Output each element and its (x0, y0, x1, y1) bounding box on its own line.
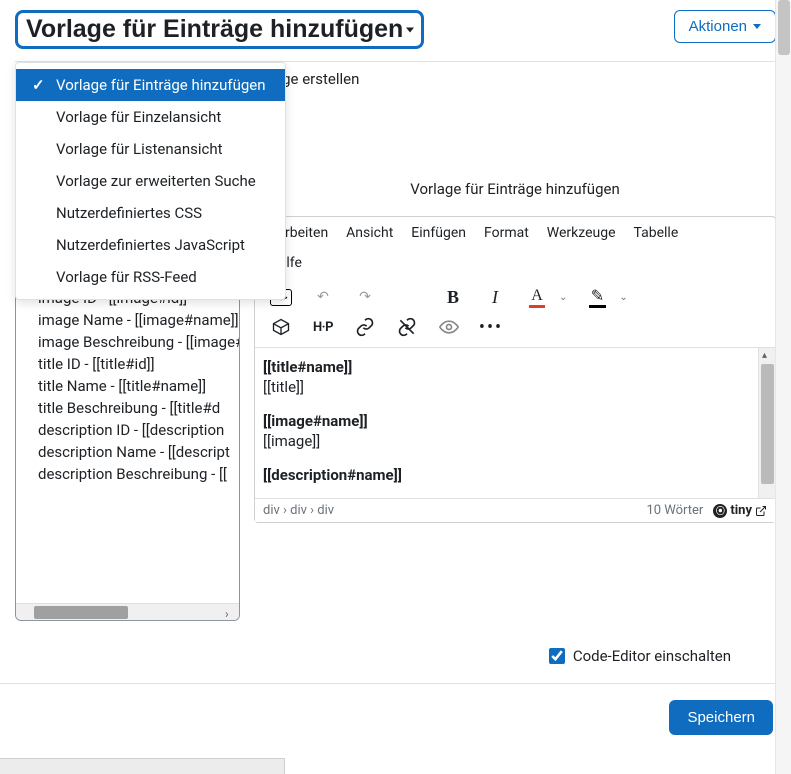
actions-button[interactable]: Aktionen (674, 10, 776, 43)
menu-insert[interactable]: Einfügen (411, 223, 466, 243)
actions-label: Aktionen (689, 18, 747, 35)
content-line: [[title#name]] (263, 358, 750, 376)
editor-content-area[interactable]: [[title#name]] [[title]] [[image#name]] … (255, 348, 758, 498)
field-item[interactable]: title Name - [[title#name]] (30, 375, 231, 397)
tiny-dot-icon: ⦿ (713, 504, 727, 518)
save-button[interactable]: Speichern (669, 700, 773, 735)
text-color-icon[interactable]: A (525, 285, 549, 309)
page-scrollbar-thumb[interactable] (778, 0, 790, 55)
field-item[interactable]: image Name - [[image#name]] (30, 309, 231, 331)
external-link-icon (755, 505, 767, 517)
menu-format[interactable]: Format (484, 223, 529, 243)
unlink-icon[interactable] (395, 315, 419, 339)
highlight-icon[interactable]: ✎ (585, 285, 609, 309)
preview-icon[interactable] (437, 315, 461, 339)
dropdown-item-rss-feed[interactable]: Vorlage für RSS-Feed (16, 261, 285, 293)
editor-word-count: 10 Wörter (646, 503, 703, 518)
editor-title: Vorlage für Einträge hinzufügen (254, 126, 776, 216)
editor-vscrollbar[interactable]: ▴ (758, 348, 775, 498)
content-line: [[title]] (263, 378, 750, 396)
fields-panel-hscrollbar[interactable]: › (16, 603, 239, 620)
more-icon[interactable]: ••• (479, 315, 503, 339)
field-item[interactable]: title ID - [[title#id]] (30, 353, 231, 375)
redo-icon[interactable]: ↷ (353, 285, 377, 309)
tiny-logo[interactable]: ⦿ tiny (713, 503, 767, 518)
field-item[interactable]: description Beschreibung - [[ (30, 463, 231, 485)
rich-text-editor: rbeiten Ansicht Einfügen Format Werkzeug… (254, 216, 776, 523)
dropdown-item-add-entries[interactable]: Vorlage für Einträge hinzufügen (16, 69, 285, 101)
dropdown-item-single-view[interactable]: Vorlage für Einzelansicht (16, 101, 285, 133)
page-scrollbar[interactable] (775, 0, 791, 774)
field-item[interactable]: description ID - [[description (30, 419, 231, 441)
hscroll-arrow-right-icon[interactable]: › (225, 607, 237, 618)
menu-tools[interactable]: Werkzeuge (547, 223, 616, 243)
chevron-down-icon[interactable]: ⌄ (619, 292, 627, 303)
link-icon[interactable] (353, 315, 377, 339)
dropdown-item-custom-css[interactable]: Nutzerdefiniertes CSS (16, 197, 285, 229)
menu-table[interactable]: Tabelle (634, 223, 679, 243)
template-select-label: Vorlage für Einträge hinzufügen (26, 15, 403, 43)
field-item[interactable]: description Name - [[descript (30, 441, 231, 463)
italic-icon[interactable]: I (483, 285, 507, 309)
dropdown-item-list-view[interactable]: Vorlage für Listenansicht (16, 133, 285, 165)
dropdown-item-custom-js[interactable]: Nutzerdefiniertes JavaScript (16, 229, 285, 261)
chevron-down-icon[interactable]: ⌄ (559, 292, 567, 303)
browser-status-bar (0, 758, 285, 774)
content-line: [[image]] (263, 432, 750, 450)
editor-vscroll-thumb[interactable] (761, 364, 774, 484)
menu-edit-partial[interactable]: rbeiten (285, 223, 328, 243)
undo-icon[interactable]: ↶ (311, 285, 335, 309)
hscroll-thumb[interactable] (34, 606, 128, 619)
code-editor-label[interactable]: Code-Editor einschalten (573, 647, 731, 665)
field-item[interactable]: title Beschreibung - [[title#d (30, 397, 231, 419)
scroll-up-icon[interactable]: ▴ (762, 350, 767, 361)
dropdown-item-advanced-search[interactable]: Vorlage zur erweiterten Suche (16, 165, 285, 197)
template-dropdown-menu: Vorlage für Einträge hinzufügen Vorlage … (15, 62, 286, 300)
h5p-icon[interactable]: H·P (311, 315, 335, 339)
editor-element-path[interactable]: div › div › div (263, 503, 334, 518)
field-item[interactable]: image Beschreibung - [[image#d (30, 331, 231, 353)
template-select-button[interactable]: Vorlage für Einträge hinzufügen (15, 10, 424, 49)
content-line: [[description#name]] (263, 466, 750, 484)
menu-view[interactable]: Ansicht (346, 223, 393, 243)
package-icon[interactable] (269, 315, 293, 339)
code-editor-checkbox[interactable] (549, 648, 565, 664)
bold-icon[interactable]: B (441, 285, 465, 309)
content-line: [[image#name]] (263, 412, 750, 430)
